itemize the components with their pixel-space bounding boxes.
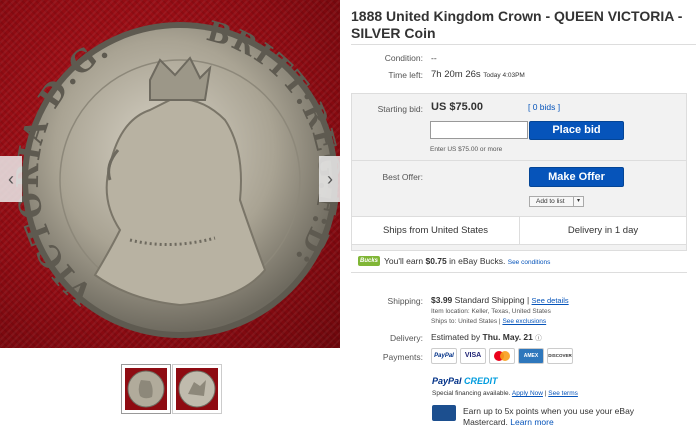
condition-label: Condition: [384,53,423,63]
shipping-method: Standard Shipping [454,295,525,305]
time-left-value: 7h 20m 26s Today 4:03PM [431,69,525,80]
prev-image-arrow[interactable]: ‹ [0,156,22,202]
ships-to: Ships to: United States [431,318,498,325]
financing-line: Special financing available. Apply Now |… [432,390,578,397]
place-bid-button[interactable]: Place bid [529,121,624,140]
paypal-credit-logo: PayPal CREDIT [432,376,498,386]
mastercard-icon [494,351,510,361]
bid-hint: Enter US $75.00 or more [430,146,503,153]
make-offer-button[interactable]: Make Offer [529,167,624,187]
best-offer-label: Best Offer: [382,172,423,182]
condition-value: -- [431,53,437,63]
chevron-down-icon[interactable]: ▾ [573,197,583,206]
shipping-label: Shipping: [387,296,423,306]
ships-from-text: Ships from United States [352,217,520,244]
time-left-countdown: 7h 20m 26s [431,69,481,80]
add-to-list-label: Add to list [536,198,565,205]
bucks-text-pre: You'll earn [384,256,426,266]
mastercard-promo: Earn up to 5x points when you use your e… [463,406,634,426]
apply-now-link[interactable]: Apply Now [512,390,543,397]
bucks-text: You'll earn $0.75 in eBay Bucks. See con… [384,256,550,266]
starting-bid-price: US $75.00 [431,101,483,113]
financing-text: Special financing available. [432,390,511,397]
ships-to-line: Ships to: United States | See exclusions [431,318,547,325]
thumbnail-obverse[interactable] [121,364,171,414]
add-to-list-button[interactable]: Add to list ▾ [529,196,584,207]
bid-panel-divider [351,160,687,161]
starting-bid-label: Starting bid: [377,104,423,114]
paypal-logo: PayPal [431,348,457,364]
delivery-time-text: Delivery in 1 day [567,225,639,236]
visa-logo: VISA [460,348,486,364]
ebay-bucks-row: Bucks You'll earn $0.75 in eBay Bucks. S… [351,250,687,272]
paypal-credit-word2: CREDIT [464,376,498,386]
next-image-arrow[interactable]: › [319,156,340,202]
delivery-label: Delivery: [389,333,423,343]
mastercard-promo-line1: Earn up to 5x points when you use your e… [463,406,635,416]
shipping-line: $3.99 Standard Shipping | See details [431,295,569,305]
thumbnail-obverse-image [127,370,165,408]
ebay-mastercard-icon [432,405,456,421]
shipping-cost: $3.99 [431,295,453,305]
see-terms-link[interactable]: See terms [548,390,578,397]
item-title: 1888 United Kingdom Crown - QUEEN VICTOR… [351,8,683,41]
discover-logo: DISCOVER [547,348,573,364]
bucks-text-post: in eBay Bucks. [446,256,506,266]
delivery-estimate: Estimated by Thu. May. 21 ⓘ [431,332,542,342]
bids-count-link[interactable]: [ 0 bids ] [528,102,560,112]
delivery-estimate-pre: Estimated by [431,332,483,342]
bid-panel [351,93,687,273]
time-left-label: Time left: [388,70,423,80]
mastercard-promo-line2: Mastercard. [463,417,508,426]
shipping-summary-row: Ships from United States Delivery in 1 d… [351,216,687,245]
payments-label: Payments: [382,352,423,362]
delivery-date: Thu. May. 21 [482,332,533,342]
bid-amount-input[interactable] [430,121,528,139]
bucks-badge: Bucks [358,256,380,266]
learn-more-link[interactable]: Learn more [510,417,553,426]
thumbnail-reverse[interactable] [172,364,222,414]
thumbnail-reverse-image [178,370,216,408]
mastercard-promo-line2-wrap: Mastercard. Learn more [463,417,634,426]
amex-logo: AMEX [518,348,544,364]
see-exclusions-link[interactable]: See exclusions [502,318,546,325]
see-details-link[interactable]: See details [532,296,569,305]
see-conditions-link[interactable]: See conditions [508,259,551,266]
info-icon[interactable]: ⓘ [535,335,542,342]
title-divider [351,44,696,45]
time-left-end: Today 4:03PM [483,72,525,79]
mastercard-logo [489,348,515,364]
bucks-amount: $0.75 [425,256,447,266]
main-product-image[interactable]: VICTORIA D:G: BRITT:REG:F:D: ‹ › [0,0,340,348]
coin-image: VICTORIA D:G: BRITT:REG:F:D: [11,14,340,338]
item-location: Item location: Keller, Texas, United Sta… [431,308,551,315]
paypal-credit-word1: PayPal [432,376,465,386]
